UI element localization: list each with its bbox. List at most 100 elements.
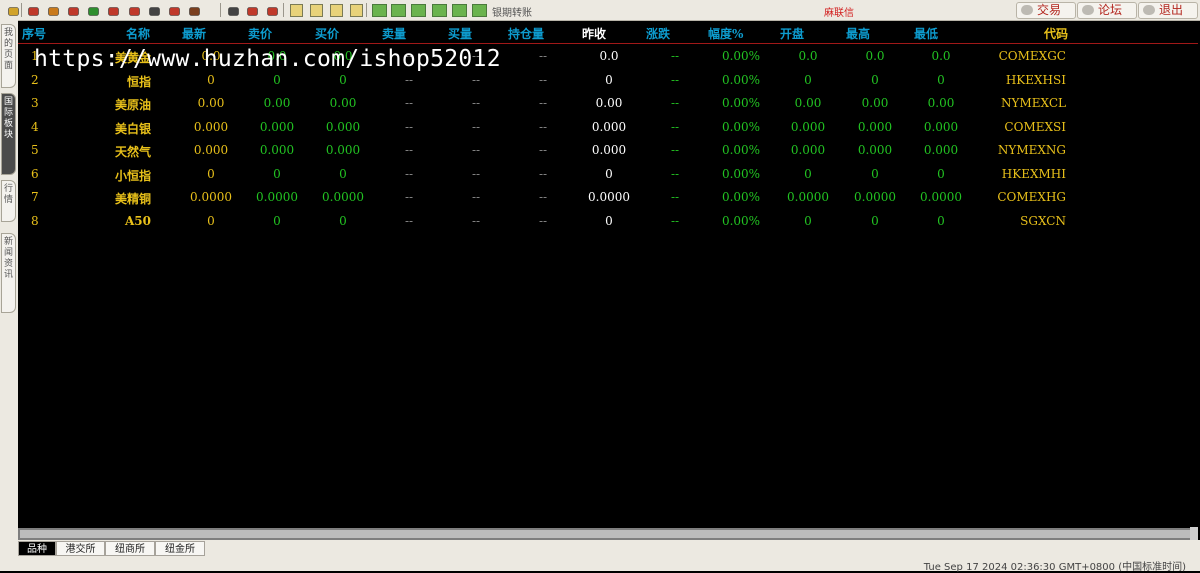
side-tab-1[interactable]: 我的页面 [1,24,16,88]
file-icon[interactable] [47,3,60,16]
bank-transfer-link[interactable]: 银期转账 [492,4,532,19]
zoom-in-icon[interactable] [107,3,120,16]
chart-book-icon[interactable] [67,3,80,16]
toolbar-separator [283,3,284,17]
cell-sellvol: -- [404,72,414,87]
table-row[interactable]: 3 美原油 0.00 0.00 0.00 -- -- -- 0.00 -- 0.00% 0.00 0.0… [18,95,1198,119]
side-tab-3[interactable]: 行情 [1,180,16,222]
header-low[interactable]: 最低 [914,25,938,42]
month-icon[interactable] [330,4,343,17]
cell-prev: 0.0000 [588,190,630,204]
table-row[interactable]: 1 美黄金 0.0 0.0 0.0 -- -- -- 0.0 -- 0.00% 0.0 0.0 0.0 CO… [18,48,1198,72]
header-buy[interactable]: 买价 [315,25,339,42]
header-pct[interactable]: 幅度% [708,25,743,42]
x-icon[interactable] [350,4,363,17]
minute-icon[interactable] [290,4,303,17]
side-tab-2[interactable]: 国际板块 [1,93,16,175]
table-icon[interactable] [227,3,240,16]
toolbar-separator [220,3,221,17]
60-icon[interactable] [452,4,467,17]
15-icon[interactable] [411,4,426,17]
pencil-icon[interactable] [168,3,181,16]
zoom-out-icon[interactable] [128,3,141,16]
trend-chart-icon[interactable] [266,3,279,16]
window-icon[interactable] [148,3,161,16]
cell-oi: -- [538,119,548,134]
cell-sell: 0.0000 [256,190,298,204]
table-row[interactable]: 7 美精铜 0.0000 0.0000 0.0000 -- -- -- 0.0000 -- 0.00… [18,189,1198,213]
cell-index: 2 [31,72,39,87]
1h-icon[interactable] [472,4,487,17]
5-icon[interactable] [391,4,406,17]
table-row[interactable]: 8 A50 0 0 0 -- -- -- 0 -- 0.00% 0 0 0 SGXCN [18,213,1198,237]
cell-change: -- [670,143,680,157]
toolbar-separator [366,3,367,17]
cell-latest: 0 [207,213,215,228]
cell-pct: 0.00% [721,96,761,110]
header-latest[interactable]: 最新 [182,25,206,42]
side-tab-4[interactable]: 新闻资讯 [1,233,16,313]
cell-buy: 0 [339,213,347,228]
login-link[interactable]: 麻联信 [824,4,854,19]
cell-prev: 0.000 [591,119,627,134]
side-tab-label: 行情 [4,184,14,205]
cell-open: 0.00 [794,96,822,110]
header-buyvol[interactable]: 买量 [448,25,472,42]
forum-button[interactable]: 论坛 [1077,2,1137,19]
cell-latest: 0.000 [193,119,229,134]
cell-sell: 0.000 [259,143,295,157]
filter-icon[interactable] [188,3,201,16]
line-chart-icon[interactable] [246,3,259,16]
header-oi[interactable]: 持仓量 [508,25,544,42]
cell-sellvol: -- [404,190,414,204]
table-row[interactable]: 6 小恒指 0 0 0 -- -- -- 0 -- 0.00% 0 0 0 HKEXMHI [18,166,1198,190]
refresh-icon[interactable] [87,3,100,16]
header-sell[interactable]: 卖价 [248,25,272,42]
cell-prev: 0.0 [599,49,619,63]
cell-sellvol: -- [404,96,414,110]
bottom-tab-1[interactable]: 品种 [18,541,56,556]
cell-prev: 0 [605,213,613,228]
header-divider [18,43,1198,44]
header-high[interactable]: 最高 [846,25,870,42]
header-index[interactable]: 序号 [22,25,46,42]
bottom-tab-4[interactable]: 纽金所 [155,541,205,556]
cell-buyvol: -- [471,72,481,87]
header-name[interactable]: 名称 [126,25,150,42]
cell-sell: 0 [273,213,281,228]
horizontal-scrollbar[interactable] [18,528,1198,540]
cell-pct: 0.00% [721,49,761,63]
30-icon[interactable] [432,4,447,17]
cell-low: 0.00 [927,96,955,110]
trade-button-label: 交易 [1037,3,1062,17]
exit-button[interactable]: 退出 [1138,2,1198,19]
bottom-tab-3[interactable]: 纽商所 [105,541,155,556]
cell-open: 0.000 [790,143,826,157]
vertical-scrollbar[interactable] [1190,527,1198,541]
cell-buyvol: -- [471,213,481,228]
cell-low: 0.000 [923,143,959,157]
cell-name: 美精铜 [114,192,151,206]
cell-buy: 0 [339,72,347,87]
header-sellvol[interactable]: 卖量 [382,25,406,42]
table-row[interactable]: 5 天然气 0.000 0.000 0.000 -- -- -- 0.000 -- 0.00% 0.0… [18,142,1198,166]
cell-change: -- [670,166,680,181]
table-row[interactable]: 4 美白银 0.000 0.000 0.000 -- -- -- 0.000 -- 0.00% 0.0… [18,119,1198,143]
week-icon[interactable] [310,4,323,17]
header-prev[interactable]: 昨收 [582,25,606,42]
scrollbar-thumb[interactable] [20,530,1192,538]
cell-pct: 0.00% [721,143,761,157]
header-change[interactable]: 涨跌 [646,25,670,42]
home-icon[interactable] [27,3,40,16]
cell-latest: 0.00 [197,96,225,110]
cell-sell: 0.0 [267,49,287,63]
header-code[interactable]: 代码 [1044,25,1068,42]
trade-button[interactable]: 交易 [1016,2,1076,19]
table-row[interactable]: 2 恒指 0 0 0 -- -- -- 0 -- 0.00% 0 0 0 HKEXHSI [18,72,1198,96]
cell-change: -- [670,96,680,110]
add-icon[interactable] [372,4,387,17]
bottom-tab-2[interactable]: 港交所 [56,541,105,556]
header-open[interactable]: 开盘 [780,25,804,42]
cell-code: NYMEXNG [997,143,1066,157]
left-arrow-icon[interactable] [7,3,20,16]
